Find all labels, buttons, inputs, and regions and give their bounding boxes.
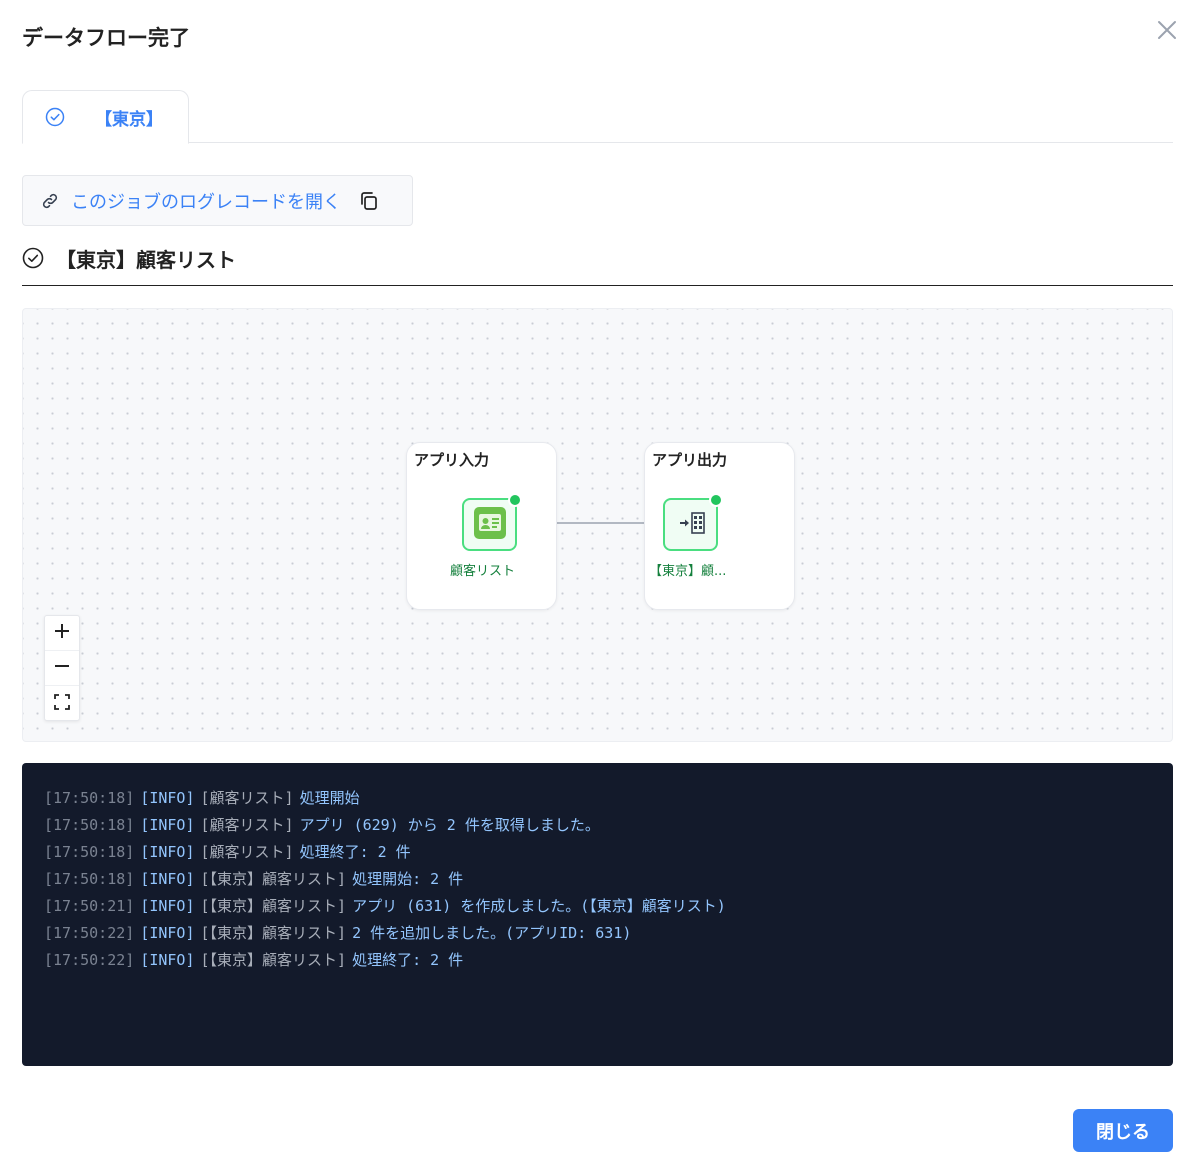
dialog-title: データフロー完了 — [22, 26, 190, 50]
log-source: [【東京】顧客リスト] — [200, 951, 347, 969]
zoom-controls — [44, 615, 80, 721]
log-line: [17:50:18] [INFO] [顧客リスト] 処理開始 — [44, 785, 1173, 812]
log-level: [INFO] — [140, 816, 195, 834]
log-timestamp: [17:50:21] — [44, 897, 135, 915]
zoom-in-button[interactable] — [45, 616, 79, 651]
log-message: 処理終了: 2 件 — [299, 843, 411, 861]
group-title: アプリ出力 — [652, 451, 728, 469]
tab-label: 【東京】 — [95, 109, 163, 130]
log-level: [INFO] — [140, 951, 195, 969]
plus-icon — [53, 622, 71, 644]
group-title: アプリ入力 — [414, 451, 490, 469]
log-level: [INFO] — [140, 843, 195, 861]
log-line: [17:50:18] [INFO] [【東京】顧客リスト] 処理開始: 2 件 — [44, 866, 1173, 893]
log-message: 処理開始: 2 件 — [352, 870, 464, 888]
log-link-label[interactable]: このジョブのログレコードを開く — [71, 188, 341, 214]
log-timestamp: [17:50:18] — [44, 870, 135, 888]
node-label: 【東京】顧... — [649, 564, 727, 579]
fit-view-button[interactable] — [45, 686, 79, 721]
tab-bar: 【東京】 — [22, 90, 1173, 144]
flow-group-app-input: アプリ入力 顧客リスト — [406, 442, 557, 610]
log-timestamp: [17:50:18] — [44, 843, 135, 861]
log-level: [INFO] — [140, 870, 195, 888]
log-source: [【東京】顧客リスト] — [200, 870, 347, 888]
fullscreen-icon — [53, 693, 71, 715]
node-app-input[interactable] — [462, 493, 522, 551]
log-source: [【東京】顧客リスト] — [200, 924, 347, 942]
log-message: アプリ (629) から 2 件を取得しました。 — [299, 816, 600, 834]
check-circle-icon — [22, 247, 44, 269]
tab-tokyo[interactable]: 【東京】 — [22, 90, 189, 144]
log-message: 2 件を追加しました。(アプリID: 631) — [352, 924, 632, 942]
flow-edge — [519, 516, 662, 530]
log-source: [【東京】顧客リスト] — [200, 897, 347, 915]
flow-canvas[interactable]: アプリ入力 顧客リスト アプリ出力 【東京】顧... — [22, 308, 1173, 742]
open-log-record-link[interactable]: このジョブのログレコードを開く — [22, 175, 413, 226]
log-source: [顧客リスト] — [200, 789, 294, 807]
node-label: 顧客リスト — [449, 564, 515, 579]
log-level: [INFO] — [140, 789, 195, 807]
app-output-grid-icon — [674, 506, 708, 544]
zoom-out-button[interactable] — [45, 651, 79, 686]
log-message: 処理開始 — [299, 789, 360, 807]
close-icon[interactable] — [1155, 18, 1179, 42]
log-message: アプリ (631) を作成しました。(【東京】顧客リスト) — [352, 897, 726, 915]
log-console: [17:50:18] [INFO] [顧客リスト] 処理開始 [17:50:18] [IN… — [22, 763, 1173, 1066]
log-line: [17:50:22] [INFO] [【東京】顧客リスト] 処理終了: 2 件 — [44, 947, 1173, 974]
minus-icon — [53, 657, 71, 679]
section-heading: 【東京】顧客リスト — [22, 244, 1173, 286]
node-app-output[interactable] — [663, 493, 723, 551]
log-line: [17:50:18] [INFO] [顧客リスト] アプリ (629) から 2 件を… — [44, 812, 1173, 839]
copy-icon[interactable] — [358, 190, 380, 212]
close-button[interactable]: 閉じる — [1073, 1109, 1173, 1152]
section-title: 【東京】顧客リスト — [56, 248, 236, 272]
log-source: [顧客リスト] — [200, 816, 294, 834]
log-level: [INFO] — [140, 924, 195, 942]
log-timestamp: [17:50:22] — [44, 951, 135, 969]
log-source: [顧客リスト] — [200, 843, 294, 861]
log-timestamp: [17:50:18] — [44, 816, 135, 834]
log-timestamp: [17:50:18] — [44, 789, 135, 807]
log-line: [17:50:18] [INFO] [顧客リスト] 処理終了: 2 件 — [44, 839, 1173, 866]
check-circle-icon — [45, 107, 65, 127]
log-level: [INFO] — [140, 897, 195, 915]
link-icon — [40, 191, 60, 211]
log-line: [17:50:21] [INFO] [【東京】顧客リスト] アプリ (631) を作成… — [44, 893, 1173, 920]
log-line: [17:50:22] [INFO] [【東京】顧客リスト] 2 件を追加しました。(ア… — [44, 920, 1173, 947]
status-dot — [709, 493, 723, 507]
app-contact-card-icon — [473, 506, 507, 544]
log-message: 処理終了: 2 件 — [352, 951, 464, 969]
log-timestamp: [17:50:22] — [44, 924, 135, 942]
status-dot — [508, 493, 522, 507]
flow-group-app-output: アプリ出力 【東京】顧... — [644, 442, 795, 610]
